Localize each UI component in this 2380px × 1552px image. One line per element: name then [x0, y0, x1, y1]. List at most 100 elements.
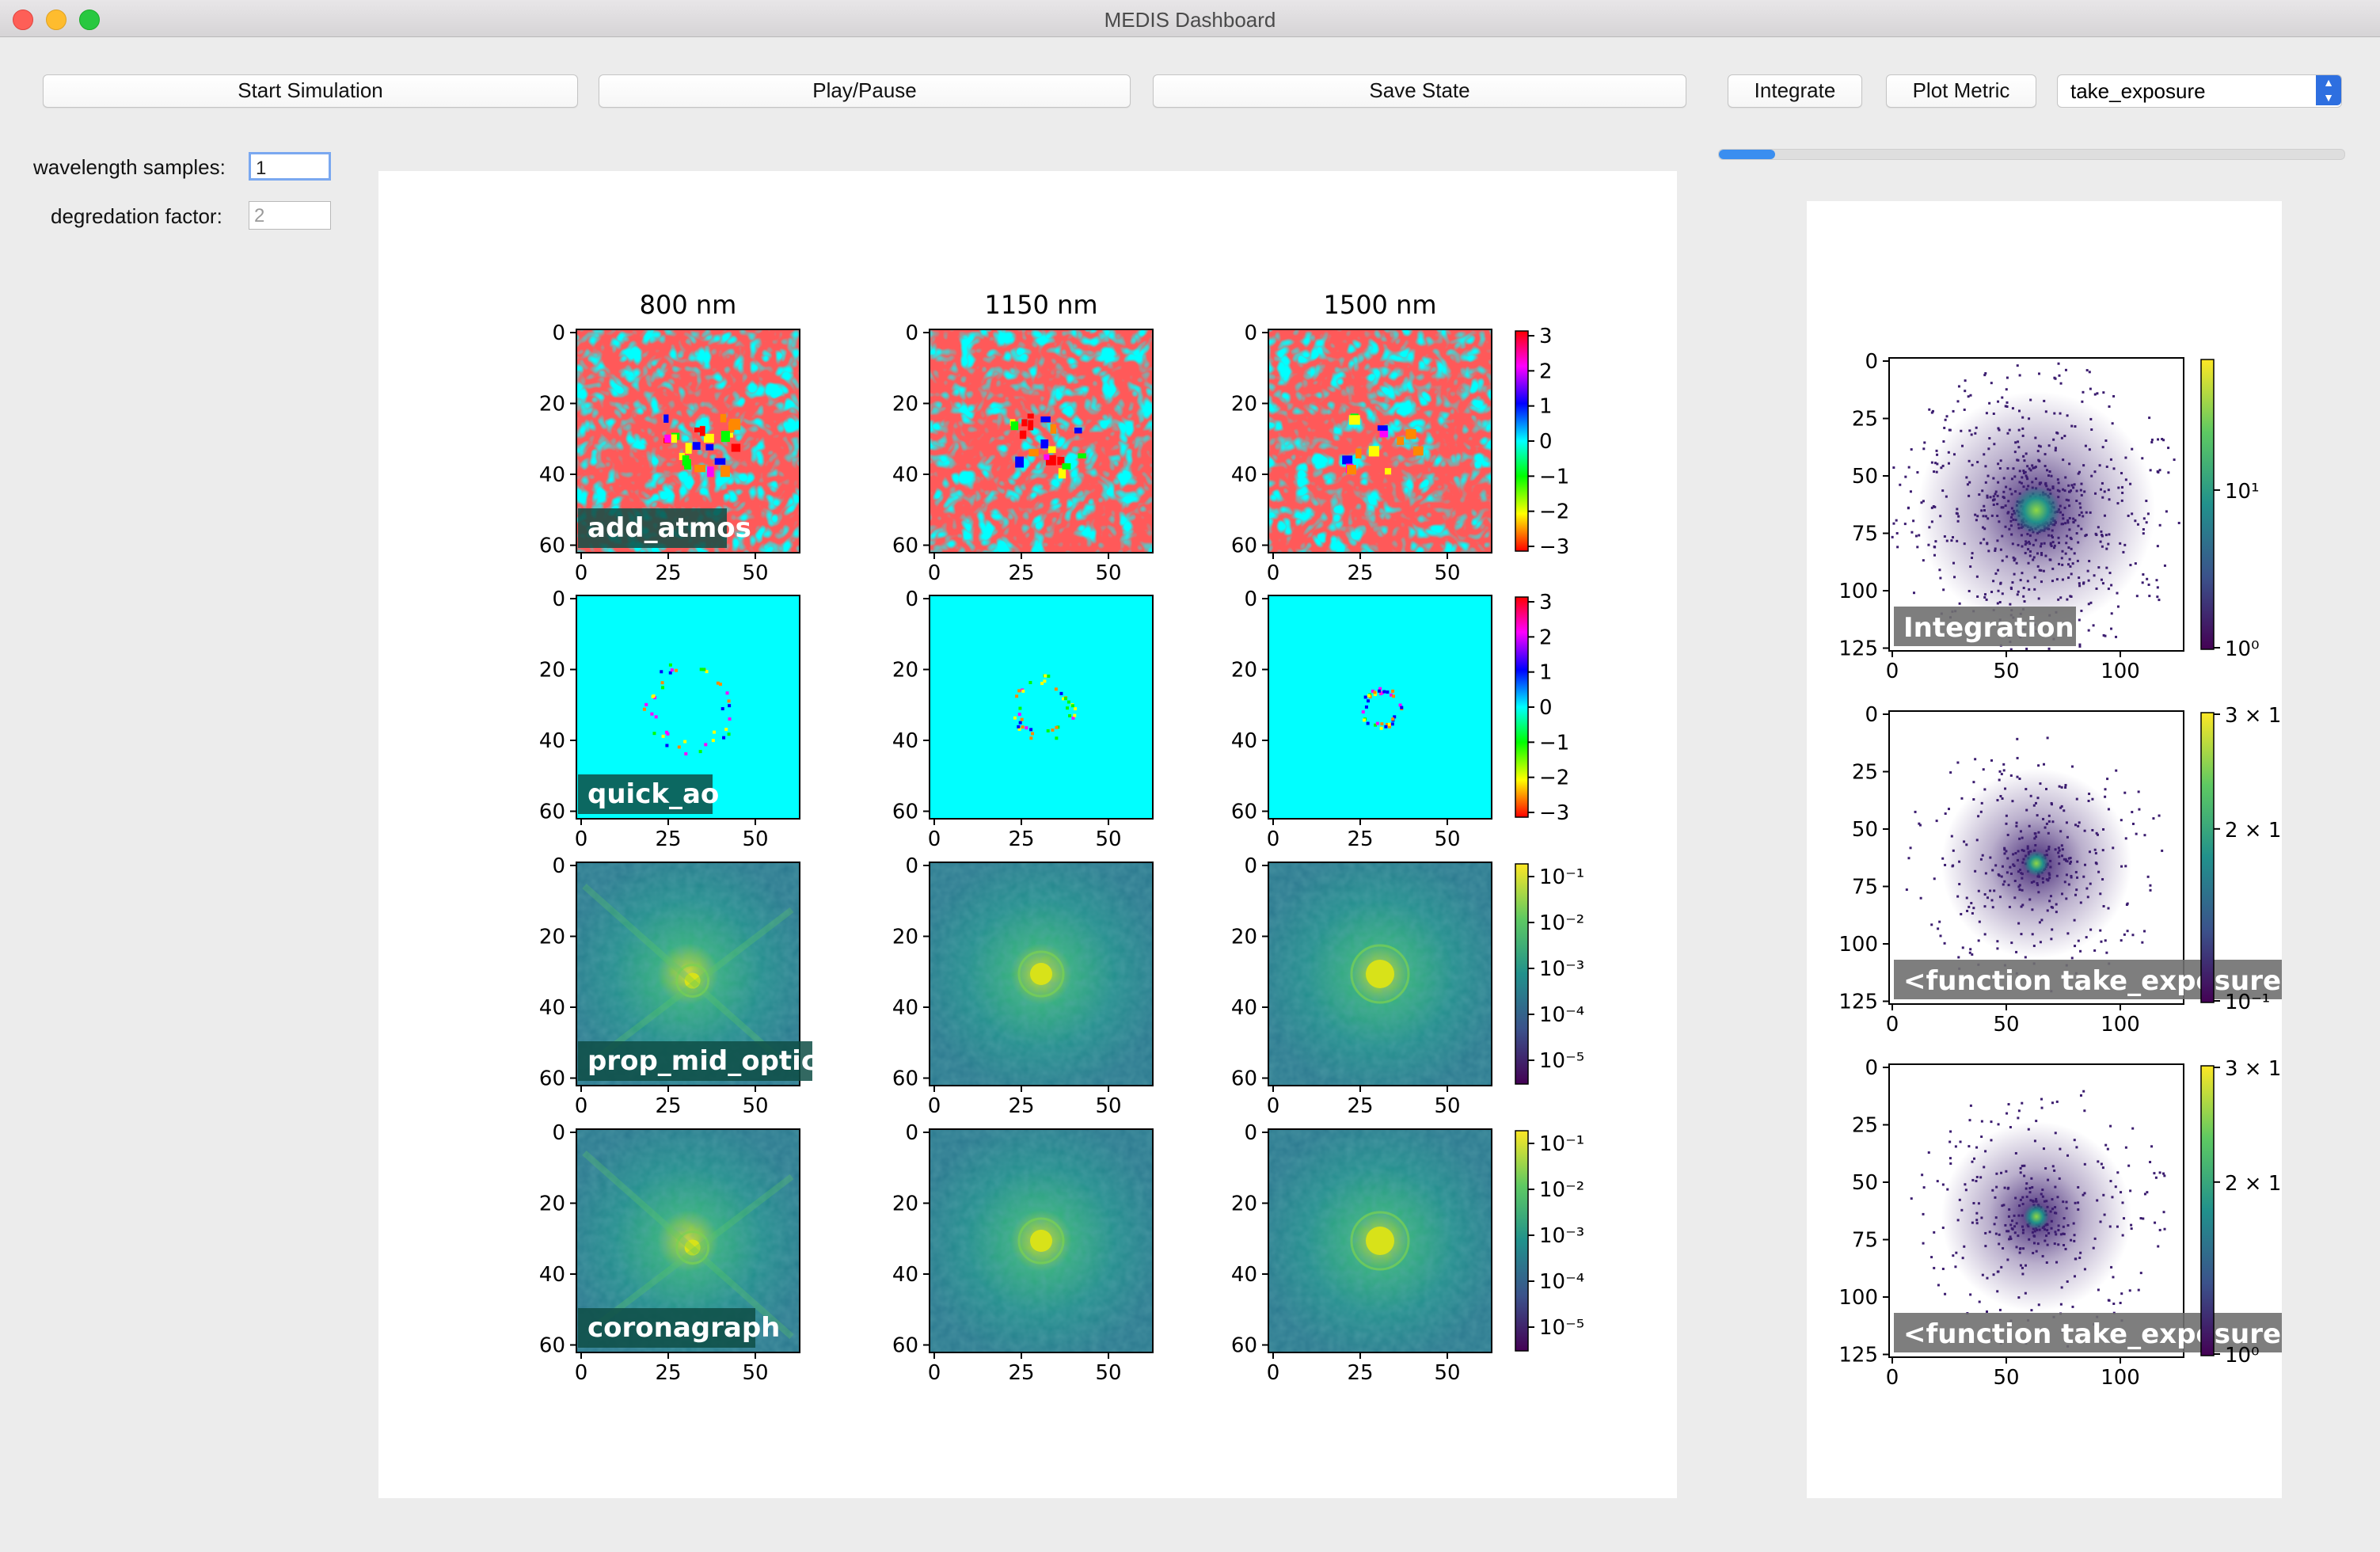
phase-residual — [1392, 694, 1396, 698]
photon-pixel — [2023, 1174, 2026, 1177]
photon-pixel — [2064, 784, 2067, 787]
photon-pixel — [2067, 576, 2070, 580]
photon-pixel — [2040, 542, 2043, 546]
wavelength-samples-input[interactable]: 1 — [249, 152, 331, 181]
photon-pixel — [1996, 503, 1999, 506]
colorbar-tick-label: 10⁻¹ — [1539, 1132, 1584, 1156]
x-tick-label: 50 — [1095, 1361, 1121, 1385]
psf-core — [1030, 963, 1052, 985]
photon-pixel — [2027, 1128, 2030, 1131]
photon-pixel — [1958, 860, 1961, 863]
photon-pixel — [2086, 569, 2089, 572]
phase-residual — [720, 707, 724, 711]
photon-pixel — [2045, 788, 2048, 791]
plot-metric-button[interactable]: Plot Metric — [1886, 74, 2036, 108]
photon-pixel — [1969, 948, 1972, 951]
integrate-button[interactable]: Integrate — [1728, 74, 1862, 108]
photon-pixel — [2089, 882, 2092, 885]
photon-pixel — [2043, 542, 2046, 545]
photon-pixel — [1892, 466, 1895, 470]
colorbar-tick-label: 10⁻¹ — [2225, 991, 2270, 1014]
photon-pixel — [2045, 1234, 2048, 1238]
photon-pixel — [1991, 869, 1994, 872]
photon-pixel — [2069, 536, 2072, 539]
photon-pixel — [2036, 797, 2040, 800]
colorbar — [1515, 1130, 1529, 1352]
photon-pixel — [2021, 1101, 2024, 1105]
photon-pixel — [1971, 552, 1974, 555]
phase-residual — [1363, 695, 1367, 699]
photon-pixel — [1997, 589, 2000, 592]
photon-pixel — [2051, 1165, 2055, 1168]
photon-pixel — [2158, 1228, 2161, 1231]
photon-pixel — [2078, 584, 2082, 588]
photon-pixel — [1954, 1265, 1957, 1269]
phase-residual — [1384, 725, 1388, 728]
photon-pixel — [2014, 441, 2017, 444]
phase-residual — [1385, 468, 1392, 475]
save-state-button[interactable]: Save State — [1153, 74, 1686, 108]
photon-pixel — [1998, 600, 2002, 603]
photon-pixel — [2025, 1182, 2028, 1185]
phase-residual — [698, 750, 702, 754]
start-simulation-button[interactable]: Start Simulation — [43, 74, 578, 108]
photon-pixel — [1991, 906, 1994, 909]
y-tick-label: 0 — [1865, 703, 1878, 727]
photon-pixel — [2041, 881, 2044, 884]
photon-pixel — [2085, 511, 2088, 514]
phase-residual — [1015, 694, 1019, 698]
photon-pixel — [2097, 1288, 2100, 1291]
photon-pixel — [2009, 872, 2013, 875]
photon-pixel — [2137, 790, 2140, 793]
photon-pixel — [2089, 387, 2092, 390]
photon-pixel — [2149, 1161, 2152, 1164]
photon-pixel — [1981, 854, 1984, 857]
photon-pixel — [2072, 486, 2075, 489]
photon-pixel — [2066, 519, 2070, 522]
photon-pixel — [2158, 523, 2161, 527]
photon-pixel — [2105, 547, 2108, 550]
y-tick-label: 40 — [1231, 729, 1257, 753]
photon-pixel — [2101, 849, 2104, 852]
photon-pixel — [2105, 566, 2108, 569]
phase-residual — [683, 740, 687, 744]
photon-pixel — [2044, 453, 2047, 456]
photon-pixel — [2123, 933, 2126, 936]
photon-pixel — [1971, 953, 1974, 956]
phase-residual — [682, 455, 690, 466]
phase-residual — [1051, 728, 1055, 732]
photon-pixel — [2115, 635, 2118, 638]
phase-residual — [1386, 690, 1390, 694]
photon-pixel — [1983, 905, 1987, 908]
photon-pixel — [1984, 515, 1987, 518]
phase-residual — [685, 443, 692, 455]
photon-pixel — [2082, 1090, 2085, 1093]
photon-pixel — [2068, 462, 2071, 466]
photon-pixel — [2015, 1246, 2018, 1249]
photon-pixel — [2011, 800, 2014, 803]
photon-pixel — [2083, 1162, 2086, 1166]
photon-pixel — [2049, 542, 2052, 545]
photon-pixel — [2063, 1217, 2066, 1220]
photon-pixel — [1922, 559, 1925, 562]
degradation-factor-input[interactable]: 2 — [249, 201, 331, 230]
photon-pixel — [2110, 584, 2113, 587]
photon-pixel — [1971, 1178, 1975, 1181]
photon-pixel — [1956, 519, 1960, 523]
photon-pixel — [2013, 1225, 2017, 1228]
photon-pixel — [2107, 808, 2110, 811]
photon-pixel — [2044, 1239, 2047, 1242]
photon-pixel — [1933, 1231, 1936, 1234]
x-tick-label: 25 — [655, 1094, 681, 1118]
metric-select[interactable]: take_exposure ▲ ▼ — [2057, 74, 2342, 108]
photon-pixel — [2141, 457, 2144, 460]
photon-pixel — [2131, 447, 2134, 451]
photon-pixel — [1943, 941, 1946, 945]
photon-pixel — [2101, 545, 2104, 548]
play-pause-button[interactable]: Play/Pause — [599, 74, 1131, 108]
photon-pixel — [2021, 1266, 2024, 1269]
photon-pixel — [2163, 1174, 2166, 1177]
photon-pixel — [2035, 1200, 2038, 1203]
photon-pixel — [2097, 1160, 2100, 1163]
photon-pixel — [2057, 481, 2060, 485]
